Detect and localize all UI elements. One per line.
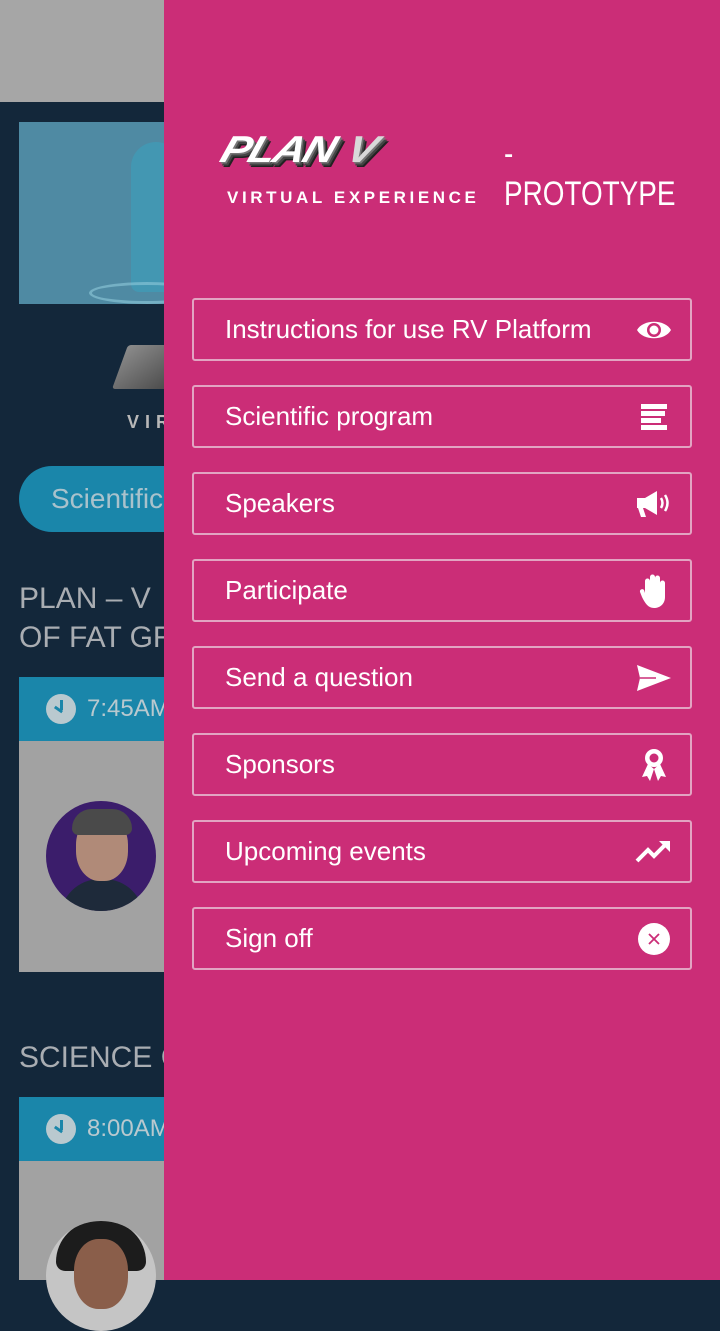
speaker-avatar	[46, 801, 156, 911]
clock-icon	[46, 1114, 76, 1144]
avatar-face	[74, 1239, 128, 1309]
menu-item-label: Scientific program	[225, 401, 434, 431]
menu-item-scientific-program[interactable]: Scientific program	[192, 385, 692, 448]
brand-subtitle: VIRTUAL EXPERIENCE	[227, 188, 480, 207]
megaphone-icon	[634, 484, 674, 524]
speaker-avatar	[46, 1221, 156, 1331]
section-title-line: OF FAT GR	[19, 621, 175, 654]
brand-logo-text: PLAN	[215, 128, 341, 171]
menu-item-upcoming-events[interactable]: Upcoming events	[192, 820, 692, 883]
session-time: 8:00AM	[87, 1115, 170, 1142]
section-title: PLAN – V OF FAT GR	[19, 579, 175, 657]
avatar-shirt	[60, 879, 144, 911]
section-title-line: SCIENCE C	[19, 1041, 183, 1074]
menu-item-label: Sponsors	[225, 749, 335, 779]
section-title-line: PLAN – V	[19, 582, 151, 615]
menu-item-participate[interactable]: Participate	[192, 559, 692, 622]
list-lines-icon	[634, 397, 674, 437]
menu-item-speakers[interactable]: Speakers	[192, 472, 692, 535]
menu-item-sign-off[interactable]: Sign off	[192, 907, 692, 970]
menu-item-label: Instructions for use RV Platform	[225, 314, 592, 344]
session-time: 7:45AM	[87, 695, 170, 722]
menu-item-sponsors[interactable]: Sponsors	[192, 733, 692, 796]
brand-logo-mark: PLANV	[215, 128, 383, 171]
clock-icon	[46, 694, 76, 724]
eye-icon	[634, 310, 674, 350]
menu-item-label: Upcoming events	[225, 836, 426, 866]
menu-item-label: Participate	[225, 575, 348, 605]
brand-logo-v: V	[341, 128, 383, 171]
brand-suffix: - PROTOTYPE	[504, 135, 676, 213]
menu-item-instructions[interactable]: Instructions for use RV Platform	[192, 298, 692, 361]
menu-item-send-question[interactable]: Send a question	[192, 646, 692, 709]
close-circle-icon	[634, 919, 674, 959]
send-icon	[634, 658, 674, 698]
trending-up-icon	[634, 832, 674, 872]
award-ribbon-icon	[634, 745, 674, 785]
drawer-menu: Instructions for use RV Platform Scienti…	[192, 298, 692, 994]
menu-item-label: Speakers	[225, 488, 335, 518]
raised-hand-icon	[634, 571, 674, 611]
brand-logo: PLANV - PROTOTYPE VIRTUAL EXPERIENCE	[215, 126, 682, 216]
avatar-hair	[72, 809, 132, 835]
section-title: SCIENCE C	[19, 1038, 182, 1077]
menu-item-label: Sign off	[225, 923, 313, 953]
menu-item-label: Send a question	[225, 662, 413, 692]
navigation-drawer: PLANV - PROTOTYPE VIRTUAL EXPERIENCE Ins…	[164, 0, 720, 1280]
